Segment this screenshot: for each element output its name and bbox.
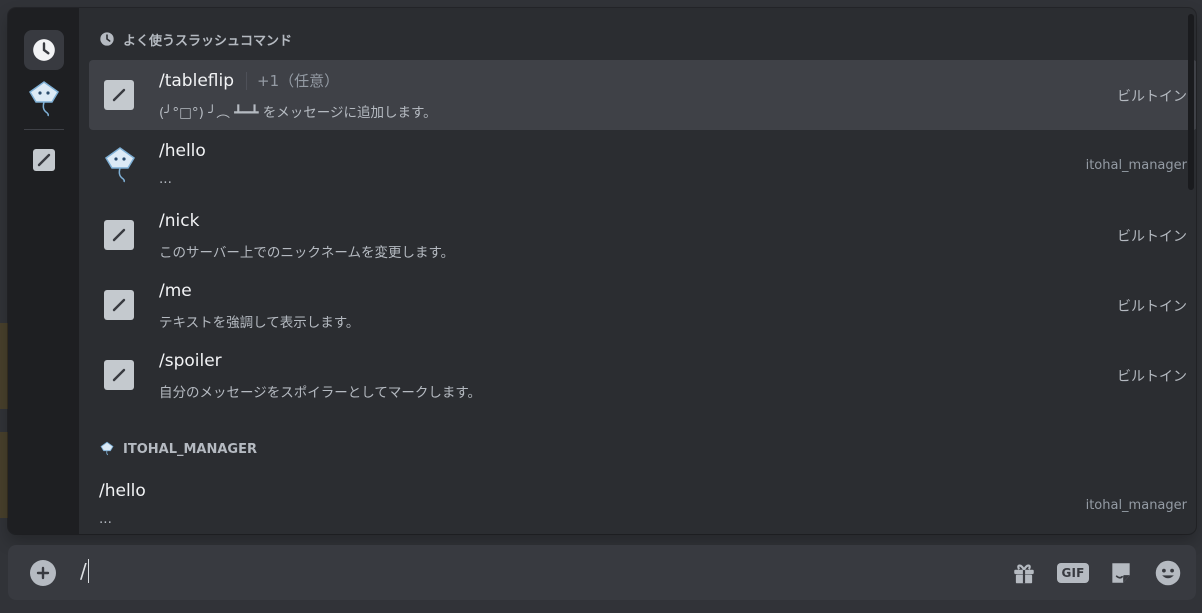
gif-button[interactable]: GIF [1057,558,1089,588]
command-description: 自分のメッセージをスポイラーとしてマークします。 [159,385,481,401]
command-name: /spoiler [159,351,222,371]
recent-section-header: よく使うスラッシュコマンド [99,29,292,49]
message-composer: / GIF [8,545,1196,600]
command-source: ビルトイン [1117,369,1187,385]
command-source: itohal_manager [1085,158,1187,173]
slash-command-icon [104,220,134,250]
command-category-rail [8,8,79,534]
command-item-hello[interactable]: /hello ... itohal_manager [89,130,1196,200]
message-highlight [0,323,8,409]
command-list: よく使うスラッシュコマンド /tableflip +1（任意） (╯°□°) ╯… [79,8,1196,534]
slash-command-icon [104,360,134,390]
command-source: ビルトイン [1117,299,1187,315]
input-value: / [80,559,87,583]
command-name: /hello [99,481,146,501]
command-source: ビルトイン [1117,229,1187,245]
command-source: itohal_manager [1085,498,1187,513]
command-item-me[interactable]: /me テキストを強調して表示します。 ビルトイン [89,270,1196,340]
command-item-spoiler[interactable]: /spoiler 自分のメッセージをスポイラーとしてマークします。 ビルトイン [89,340,1196,410]
rail-builtin-button[interactable] [24,140,64,180]
command-name: /nick [159,211,200,231]
command-item-tableflip[interactable]: /tableflip +1（任意） (╯°□°) ╯︵ ┻━┻ をメッセージに追… [89,60,1196,130]
text-caret [87,559,89,583]
slash-command-icon [104,290,134,320]
command-description: (╯°□°) ╯︵ ┻━┻ をメッセージに追加します。 [159,105,437,121]
command-description: このサーバー上でのニックネームを変更します。 [159,245,455,261]
sticker-button[interactable] [1106,558,1136,588]
rail-divider [24,129,64,130]
rail-recent-button[interactable] [24,30,64,70]
command-item-hello-app[interactable]: /hello ... itohal_manager [79,470,1196,534]
gift-icon [1014,564,1034,584]
section-title: ITOHAL_MANAGER [123,441,257,457]
gift-button[interactable] [1009,558,1039,588]
emoji-icon [1155,560,1181,586]
command-item-nick[interactable]: /nick このサーバー上でのニックネームを変更します。 ビルトイン [89,200,1196,270]
slash-command-autocomplete: よく使うスラッシュコマンド /tableflip +1（任意） (╯°□°) ╯… [8,8,1196,534]
command-source: ビルトイン [1117,89,1187,105]
gif-icon: GIF [1057,563,1089,583]
command-name: /me [159,281,192,301]
command-option: +1（任意） [246,72,339,90]
bot-avatar-icon [29,81,59,117]
bot-avatar-icon [103,147,137,183]
bot-avatar-icon [100,441,114,456]
clock-icon [100,32,114,46]
section-title: よく使うスラッシュコマンド [123,33,293,49]
message-highlight [0,432,8,518]
app-section-header: ITOHAL_MANAGER [99,439,257,459]
scrollbar-thumb[interactable] [1188,14,1194,190]
sticker-icon [1112,563,1130,583]
command-name: /tableflip [159,71,235,91]
message-input[interactable]: / [80,559,89,583]
command-description: テキストを強調して表示します。 [159,315,360,331]
slash-command-icon [104,80,134,110]
add-attachment-button[interactable] [30,560,56,586]
command-description: ... [159,171,172,187]
command-name: /hello [159,141,206,161]
slash-command-icon [33,149,55,171]
clock-icon [33,39,55,61]
command-description: ... [99,511,112,527]
rail-bot-button[interactable] [24,78,64,118]
add-icon [36,566,50,580]
emoji-button[interactable] [1153,558,1183,588]
